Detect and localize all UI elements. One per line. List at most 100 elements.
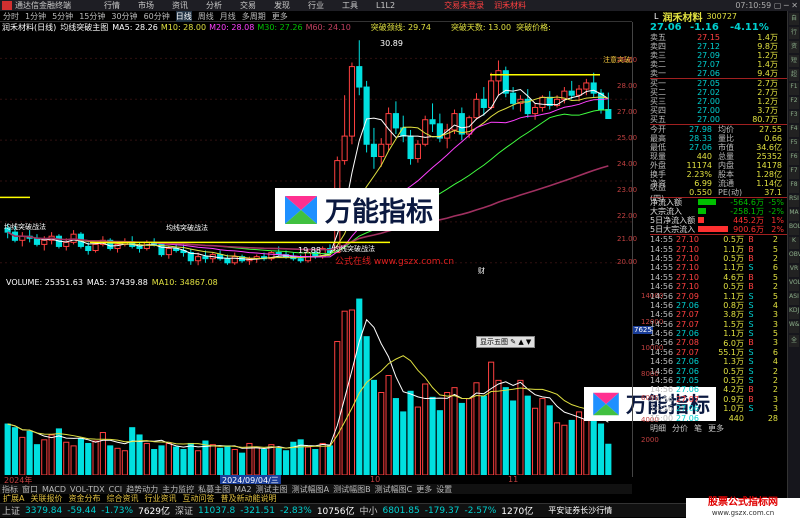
ind-tab-more[interactable]: 更多 [416,484,432,495]
tab-fenshi[interactable]: 分时 [3,11,19,22]
tab-more[interactable]: 更多 [272,11,288,22]
candle-body [568,90,575,96]
volume-chart[interactable] [0,287,632,475]
tab-1min[interactable]: 1分钟 [25,11,46,22]
sidebar-button[interactable]: RSI [789,195,799,207]
sidebar-button[interactable]: F1 [789,83,799,95]
volume-bar [605,443,612,475]
volume-bar [356,298,363,475]
menu-hangqing[interactable]: 行情 [104,0,120,11]
bid-row[interactable]: 买五 27.00 80.7万 [650,115,787,124]
tab-monthly[interactable]: 月线 [220,11,236,22]
tab-15min[interactable]: 15分钟 [79,11,105,22]
menu-jiaoyi[interactable]: 交易 [240,0,256,11]
sidebar-button[interactable]: 自 [789,13,799,25]
panel-tab-more[interactable]: 更多 [708,423,724,434]
index-zx-name[interactable]: 中小 [359,504,377,517]
main-menu: 行情 市场 资讯 分析 交易 发现 行业 工具 L1L2 [95,0,404,11]
diamond-logo-icon [285,195,317,224]
tab-30min[interactable]: 30分钟 [111,11,137,22]
volume-bar [63,441,70,475]
indicator-name[interactable]: 均线突破主图 [60,22,108,33]
sidebar-button[interactable]: F2 [789,97,799,109]
candle-body [488,80,495,108]
volume-bar [429,396,436,475]
menu-hangye[interactable]: 行业 [308,0,324,11]
menu-zixun[interactable]: 资讯 [172,0,188,11]
sidebar-button[interactable]: W&R [789,321,800,333]
sidebar-button[interactable]: 短 [789,55,799,67]
sidebar-button[interactable]: 行 [789,27,799,39]
sidebar-button[interactable]: F3 [789,111,799,123]
tab-daily[interactable]: 日线 [175,10,192,22]
tab-multi[interactable]: 多周期 [242,11,266,22]
candle-body [195,256,202,262]
sidebar-button[interactable]: F5 [789,139,799,151]
flow-bar [698,199,716,205]
sidebar-button[interactable]: BOL [789,223,800,235]
price-tick: 21.00 [617,235,638,243]
tick-list[interactable]: 14:55 27.10 0.5万 B 2 14:55 27.10 1.1万 B 5 14:55 27.… [650,234,787,423]
menu-faxian[interactable]: 发现 [274,0,290,11]
ind-tab-test-c[interactable]: 测试幅图C [375,484,413,495]
sidebar-button[interactable]: 超 [789,69,799,81]
sidebar-button[interactable]: F6 [789,153,799,165]
sidebar-button[interactable]: 全 [789,335,799,347]
volume-bar [70,445,77,475]
sidebar-button[interactable]: 资 [789,41,799,53]
menu-gongju[interactable]: 工具 [342,0,358,11]
menu-l1l2[interactable]: L1L2 [376,1,395,10]
sidebar-button[interactable]: KDJ [789,307,799,319]
volume-bar [568,419,575,475]
sidebar-button[interactable]: MA [789,209,799,221]
sidebar-button[interactable]: OBV [789,251,800,263]
sidebar-button[interactable]: F4 [789,125,799,137]
stock-tag[interactable]: 润禾材料 [494,0,526,11]
bottom-links: 扩展A 关联报价 资金分布 综合资讯 行业资讯 互动问答 普及新动能说明 [0,494,632,503]
ask-row[interactable]: 卖一 27.06 9.4万 [650,69,787,78]
tab-5min[interactable]: 5分钟 [52,11,73,22]
ma5-line [7,88,609,261]
panel-tab-tick[interactable]: 笔 [694,423,702,434]
ind-tab-test-a[interactable]: 测试幅图A [292,484,329,495]
app-title: 通达信金融终端 [15,1,71,10]
sidebar-button[interactable]: VR [789,265,799,277]
volume-bar [407,390,414,475]
watermark-1: 万能指标 [275,188,439,231]
sidebar-button[interactable]: VOL [789,279,800,291]
fund-flow: 净流入额 -564.6万 -5% 大宗流入 -258.1万 -2% 5日净流入额 445.2万… [650,197,787,234]
volume-bar [19,436,26,475]
index-sh-name[interactable]: 上证 [2,504,20,517]
tab-weekly[interactable]: 周线 [198,11,214,22]
sidebar-button[interactable]: F7 [789,167,799,179]
candle-body [480,98,487,108]
index-sz-name[interactable]: 深证 [175,504,193,517]
candle-body [407,135,414,160]
index-sz-value: 11037.8 [198,505,236,516]
volume-bar [275,447,282,475]
volume-bar [173,446,180,475]
volume-bar [165,442,172,475]
volume-bar [458,402,465,475]
broker-name[interactable]: 平安证券长沙行情 [548,505,612,516]
bid-book: 买一 27.05 2.7万 买二 27.02 2.7万 买三 27.00 1.2万 买四 27… [650,78,787,124]
panel-tabs: 明细 分价 笔 更多 [650,424,787,433]
sidebar-button[interactable]: F8 [789,181,799,193]
tooltip[interactable]: 显示五图 ✎ ▲ ▼ [476,336,536,348]
menu-fenxi[interactable]: 分析 [206,0,222,11]
panel-tab-price[interactable]: 分价 [672,423,688,434]
menu-shichang[interactable]: 市场 [138,0,154,11]
sidebar-button[interactable]: ASI [789,293,799,305]
candle-body [297,258,304,262]
index-zx-value: 6801.85 [382,505,420,516]
tab-60min[interactable]: 60分钟 [144,11,170,22]
volume-bar [378,391,385,475]
login-status[interactable]: 交易未登录 [444,0,484,11]
panel-tab-detail[interactable]: 明细 [650,423,666,434]
ind-tab-test-b[interactable]: 测试幅图B [333,484,371,495]
ind-tab-settings[interactable]: 设置 [436,484,452,495]
candle-body [473,98,480,119]
ma20-line [7,98,609,258]
candlestick-chart[interactable]: 30.89 19.88 均线突破战法 均线突破战法 均线突破战法 注意突破压力 … [0,32,632,277]
sidebar-button[interactable]: K [789,237,799,249]
